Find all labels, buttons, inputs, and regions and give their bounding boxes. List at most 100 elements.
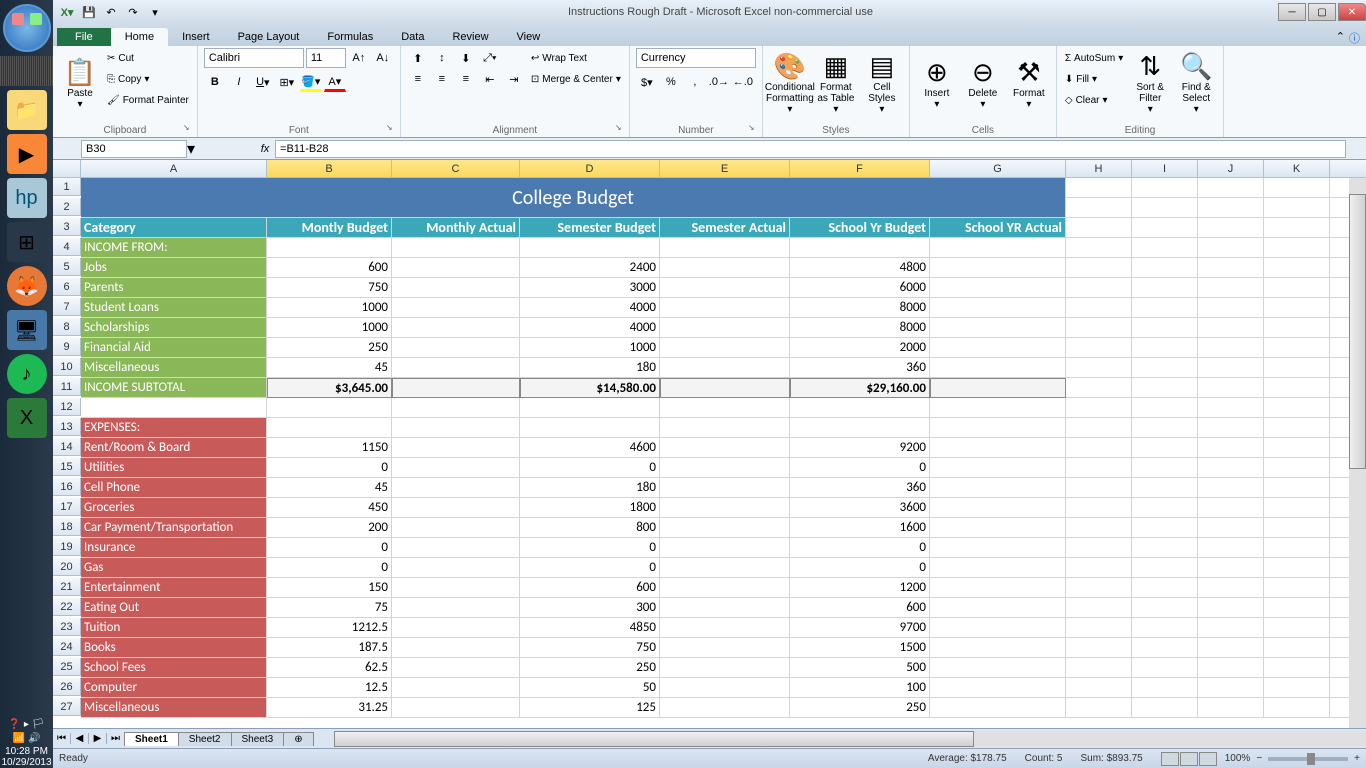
tab-formulas[interactable]: Formulas <box>313 28 387 46</box>
cell[interactable] <box>1198 678 1264 698</box>
orientation-icon[interactable]: ⤢▾ <box>479 48 501 68</box>
cell[interactable]: Miscellaneous <box>81 358 267 378</box>
cell[interactable]: 125 <box>520 698 660 718</box>
cell[interactable] <box>1066 438 1132 458</box>
row-header[interactable]: 25 <box>53 658 81 676</box>
cell[interactable] <box>660 618 790 638</box>
cell[interactable] <box>1198 598 1264 618</box>
cell[interactable] <box>1066 358 1132 378</box>
cell[interactable] <box>1066 538 1132 558</box>
cell[interactable] <box>392 478 520 498</box>
cell[interactable]: 0 <box>790 558 930 578</box>
cell[interactable]: 3600 <box>790 498 930 518</box>
cell[interactable]: 250 <box>790 698 930 718</box>
cell[interactable] <box>1132 578 1198 598</box>
cell[interactable] <box>930 678 1066 698</box>
cell[interactable] <box>1132 338 1198 358</box>
cell[interactable] <box>930 658 1066 678</box>
row-header[interactable]: 18 <box>53 518 81 536</box>
cell[interactable] <box>1264 498 1330 518</box>
align-middle-icon[interactable]: ↕ <box>431 48 453 68</box>
cell[interactable] <box>1066 458 1132 478</box>
cell[interactable] <box>1198 658 1264 678</box>
cell[interactable] <box>1066 598 1132 618</box>
cell[interactable]: 8000 <box>790 298 930 318</box>
taskmgr-icon[interactable]: ⊞ <box>7 222 47 262</box>
cell[interactable] <box>1264 178 1330 198</box>
formula-bar[interactable] <box>275 140 1346 158</box>
cell[interactable]: 1000 <box>520 338 660 358</box>
cell[interactable]: INCOME SUBTOTAL <box>81 378 267 398</box>
cell[interactable] <box>930 438 1066 458</box>
cell[interactable] <box>930 638 1066 658</box>
cell[interactable]: Cell Phone <box>81 478 267 498</box>
cell[interactable]: 360 <box>790 358 930 378</box>
cell[interactable] <box>1264 578 1330 598</box>
cell[interactable] <box>1264 478 1330 498</box>
cell[interactable]: School Fees <box>81 658 267 678</box>
cell[interactable] <box>1066 298 1132 318</box>
cell[interactable] <box>1132 418 1198 438</box>
cell[interactable] <box>392 438 520 458</box>
cell[interactable] <box>660 398 790 418</box>
cell[interactable] <box>1066 578 1132 598</box>
cell[interactable]: 4850 <box>520 618 660 638</box>
cell[interactable]: Utilities <box>81 458 267 478</box>
cell[interactable]: 2400 <box>520 258 660 278</box>
cell[interactable] <box>1198 698 1264 718</box>
cell[interactable] <box>1198 178 1264 198</box>
cell[interactable]: 1600 <box>790 518 930 538</box>
cell[interactable] <box>1132 658 1198 678</box>
sheet-nav-last-icon[interactable]: ⏭ <box>107 733 125 744</box>
cell[interactable] <box>660 238 790 258</box>
shrink-font-icon[interactable]: A↓ <box>372 48 394 68</box>
fill-color-button[interactable]: 🪣▾ <box>300 72 322 92</box>
wrap-text-button[interactable]: ↩Wrap Text <box>529 48 623 68</box>
cell[interactable]: 9200 <box>790 438 930 458</box>
cell[interactable] <box>660 478 790 498</box>
currency-icon[interactable]: $▾ <box>636 72 658 92</box>
firefox-icon[interactable]: 🦊 <box>7 266 47 306</box>
cell[interactable]: 250 <box>267 338 392 358</box>
column-header[interactable]: C <box>392 160 520 178</box>
row-header[interactable]: 20 <box>53 558 81 576</box>
tab-file[interactable]: File <box>57 28 111 46</box>
cell[interactable]: $3,645.00 <box>267 378 392 398</box>
category-header[interactable]: School YR Actual <box>930 218 1066 238</box>
cell[interactable] <box>1198 378 1264 398</box>
cell[interactable] <box>1198 398 1264 418</box>
cell[interactable] <box>930 378 1066 398</box>
tab-data[interactable]: Data <box>387 28 438 46</box>
cell[interactable] <box>1066 198 1132 218</box>
cell[interactable] <box>660 278 790 298</box>
cell[interactable] <box>392 238 520 258</box>
alignment-dialog-icon[interactable]: ↘ <box>615 123 627 135</box>
row-header[interactable]: 21 <box>53 578 81 596</box>
cell[interactable]: 0 <box>790 458 930 478</box>
cell[interactable]: 0 <box>267 558 392 578</box>
row-header[interactable]: 2 <box>53 198 81 216</box>
cell[interactable]: 4000 <box>520 318 660 338</box>
row-header[interactable]: 17 <box>53 498 81 516</box>
row-header[interactable]: 19 <box>53 538 81 556</box>
cell[interactable] <box>1198 298 1264 318</box>
cell[interactable] <box>1066 318 1132 338</box>
row-header[interactable]: 8 <box>53 318 81 336</box>
cell[interactable]: 0 <box>267 538 392 558</box>
format-painter-button[interactable]: 🖌Format Painter <box>105 90 191 110</box>
namebox-dropdown-icon[interactable]: ▾ <box>187 139 195 159</box>
cell[interactable] <box>930 518 1066 538</box>
cell[interactable] <box>1066 678 1132 698</box>
cell[interactable] <box>1066 638 1132 658</box>
cell[interactable]: 4600 <box>520 438 660 458</box>
cell[interactable]: 50 <box>520 678 660 698</box>
cell[interactable]: 750 <box>520 638 660 658</box>
cell[interactable] <box>660 438 790 458</box>
row-header[interactable]: 23 <box>53 618 81 636</box>
format-as-table-button[interactable]: ▦Format as Table▾ <box>815 48 857 118</box>
excel-app-icon[interactable]: X▾ <box>57 3 77 21</box>
font-size-combo[interactable] <box>306 48 346 68</box>
cell[interactable] <box>1198 578 1264 598</box>
cell[interactable] <box>1264 458 1330 478</box>
font-color-button[interactable]: A▾ <box>324 72 346 92</box>
